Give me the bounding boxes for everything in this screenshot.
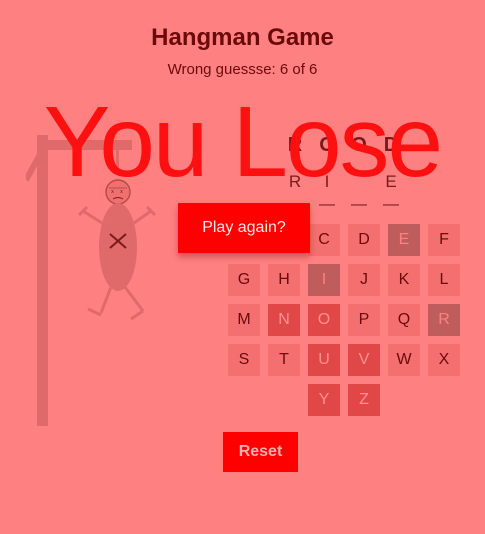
key-g[interactable]: G <box>228 264 260 296</box>
key-j[interactable]: J <box>348 264 380 296</box>
key-e[interactable]: E <box>388 224 420 256</box>
key-s[interactable]: S <box>228 344 260 376</box>
key-m[interactable]: M <box>228 304 260 336</box>
key-h[interactable]: H <box>268 264 300 296</box>
key-z[interactable]: Z <box>348 384 380 416</box>
key-t[interactable]: T <box>268 344 300 376</box>
key-k[interactable]: K <box>388 264 420 296</box>
key-c[interactable]: C <box>308 224 340 256</box>
key-u[interactable]: U <box>308 344 340 376</box>
letter-blank: — <box>351 196 367 213</box>
game-result-text: You Lose <box>43 86 443 198</box>
key-w[interactable]: W <box>388 344 420 376</box>
letter-blank: — <box>319 196 335 213</box>
key-y[interactable]: Y <box>308 384 340 416</box>
key-q[interactable]: Q <box>388 304 420 336</box>
key-f[interactable]: F <box>428 224 460 256</box>
key-d[interactable]: D <box>348 224 380 256</box>
wrong-guesses-status: Wrong guessse: 6 of 6 <box>167 61 318 78</box>
key-i[interactable]: I <box>308 264 340 296</box>
key-p[interactable]: P <box>348 304 380 336</box>
play-again-button[interactable]: Play again? <box>178 203 310 253</box>
key-x[interactable]: X <box>428 344 460 376</box>
key-o[interactable]: O <box>308 304 340 336</box>
reset-button[interactable]: Reset <box>223 432 298 472</box>
key-n[interactable]: N <box>268 304 300 336</box>
letter-blank: — <box>383 196 399 213</box>
key-l[interactable]: L <box>428 264 460 296</box>
key-r[interactable]: R <box>428 304 460 336</box>
page-title: Hangman Game <box>151 24 334 51</box>
key-v[interactable]: V <box>348 344 380 376</box>
